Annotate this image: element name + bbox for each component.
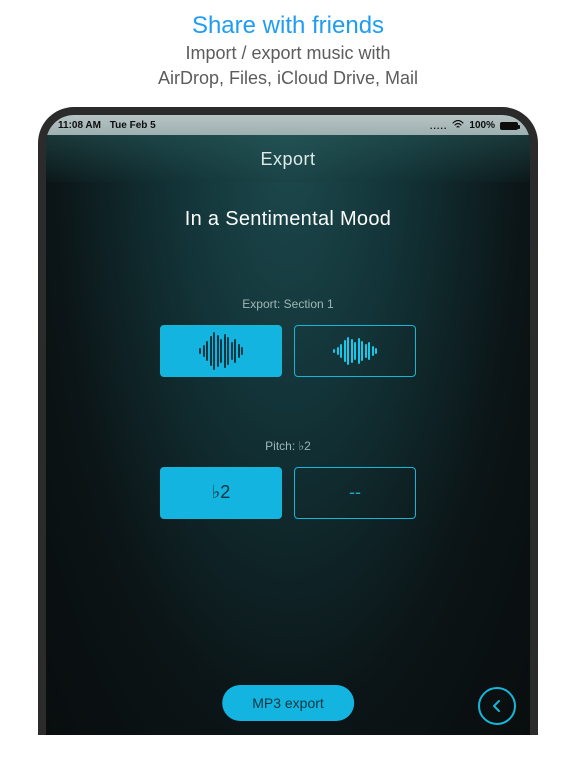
pitch-label: Pitch: ♭2 [46,439,530,453]
status-bar: 11:08 AM Tue Feb 5 ..... 100% [46,115,530,135]
device-frame: 11:08 AM Tue Feb 5 ..... 100% Export In … [38,107,538,735]
waveform-icon [333,337,377,365]
export-section-label: Export: Section 1 [46,297,530,311]
promo-sub-line1: Import / export music with [0,42,576,65]
back-button[interactable] [478,687,516,725]
battery-percent: 100% [469,120,495,131]
status-time: 11:08 AM [58,120,101,131]
wifi-icon [452,120,464,132]
promo-title: Share with friends [0,12,576,40]
waveform-icon [199,332,243,370]
app-screen: 11:08 AM Tue Feb 5 ..... 100% Export In … [46,115,530,735]
section-option-2[interactable] [294,325,416,377]
status-date: Tue Feb 5 [110,120,156,131]
promo-sub-line2: AirDrop, Files, iCloud Drive, Mail [0,67,576,90]
pitch-option-none[interactable]: -- [294,467,416,519]
battery-icon [500,122,518,130]
cellular-signal-icon: ..... [430,121,448,131]
section-option-1[interactable] [160,325,282,377]
song-title: In a Sentimental Mood [46,182,530,241]
chevron-left-icon [490,699,504,713]
mp3-export-button[interactable]: MP3 export [222,685,354,721]
pitch-selector: ♭2 -- [46,467,530,519]
page-title: Export [46,135,530,182]
export-section-selector [46,325,530,377]
pitch-option-flat2[interactable]: ♭2 [160,467,282,519]
